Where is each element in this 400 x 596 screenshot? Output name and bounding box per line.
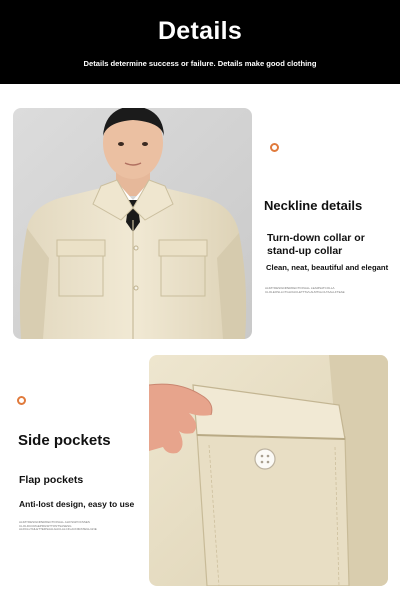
section-title-neckline: Neckline details [264, 198, 363, 213]
section-subtitle-collar: Turn-down collar or stand-up collar [267, 232, 365, 257]
circle-marker-icon [270, 143, 279, 152]
fine-print-block: ALIMYDESIGNPERFECTIONALL ALIFSGPOCSSES C… [19, 520, 129, 532]
fine-print-line: ALRCLLTAILETTERSAALGACLALCFLACNIRATEGLGN… [19, 527, 97, 532]
model-collar-photo [13, 108, 252, 339]
section-subtitle-flap: Flap pockets [19, 474, 84, 486]
section-description-neckline: Clean, neat, beautiful and elegant [266, 263, 389, 272]
section-description-pockets: Anti-lost design, easy to use [19, 499, 135, 509]
section-title-pockets: Side pockets [18, 432, 111, 449]
pocket-closeup-photo [149, 355, 388, 586]
header-banner: Details Details determine success or fai… [0, 0, 400, 84]
banner-title: Details [157, 17, 243, 45]
fine-print-block: ALIMYDESIGNPERFECTIONALL LEAMSATCOLLA CL… [265, 286, 385, 294]
fine-print-line: CLOLEOSLLCTGLFIACLETTSVLALMTGLCLTAALLFTE… [265, 289, 345, 294]
banner-subtitle: Details determine success or failure. De… [83, 59, 317, 68]
circle-marker-icon [17, 396, 26, 405]
